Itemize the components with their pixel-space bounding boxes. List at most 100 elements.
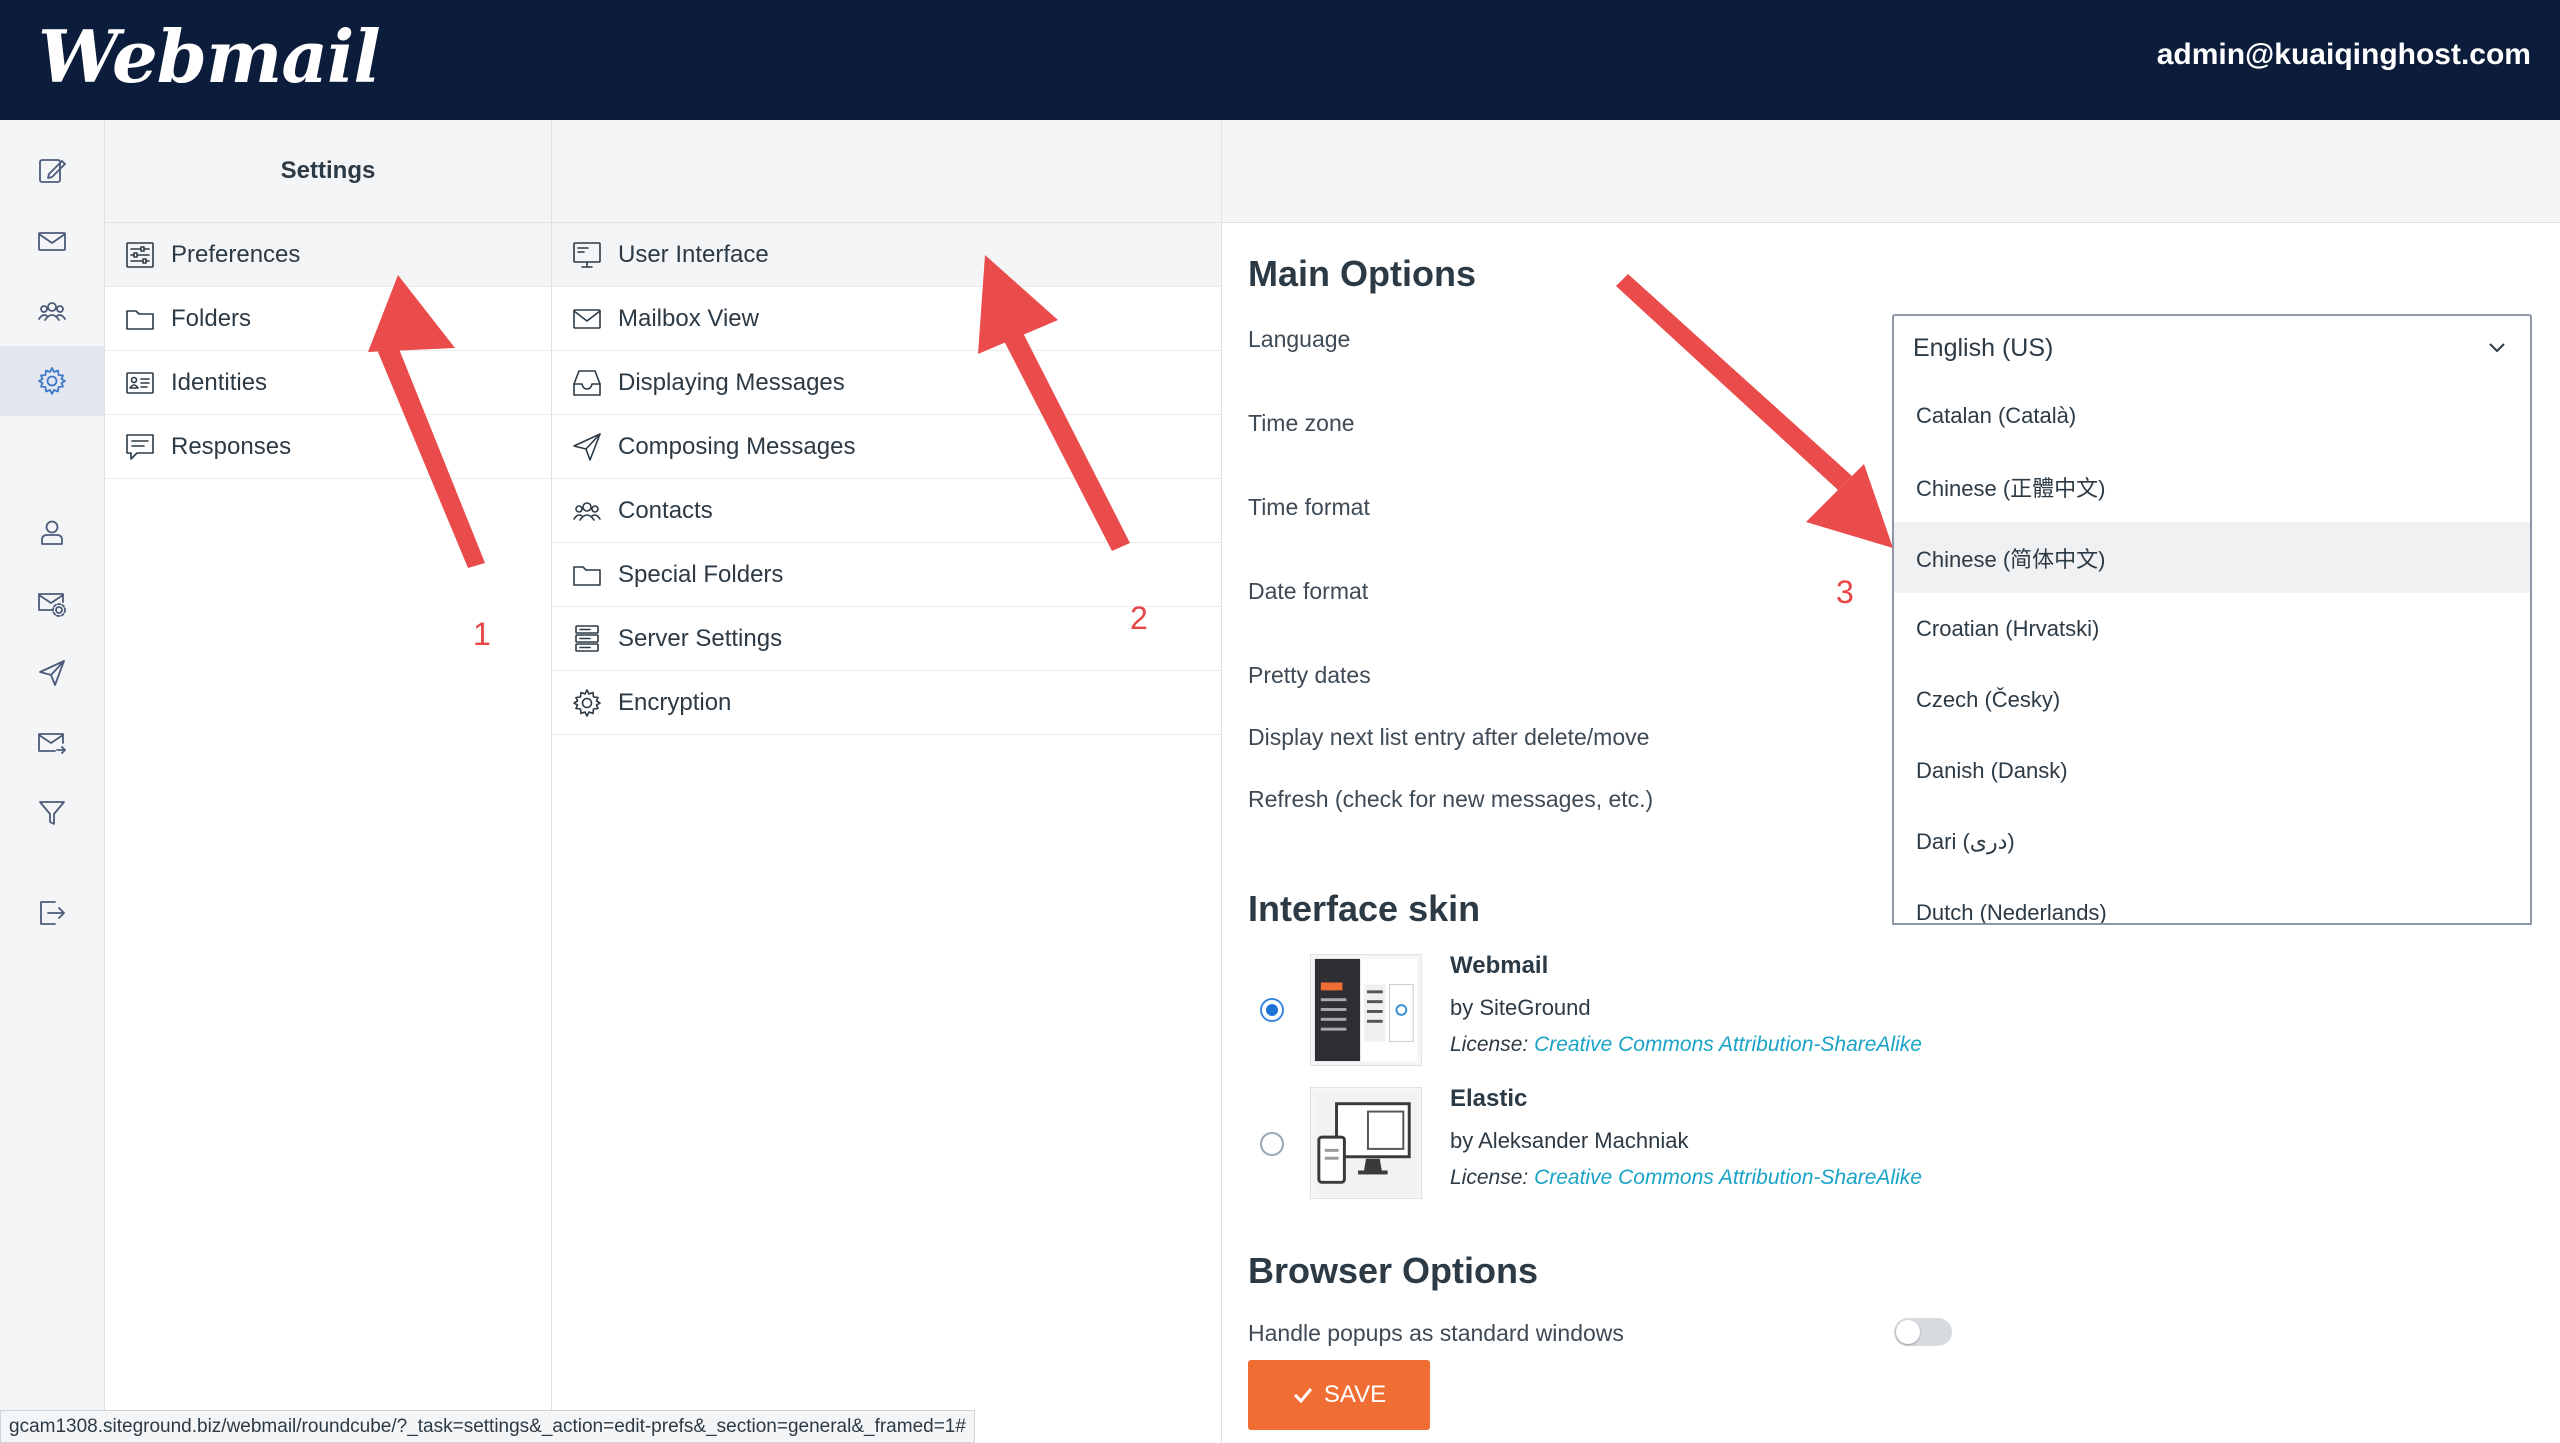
settings-panel: Settings Preferences Folders Identities … xyxy=(105,120,552,1443)
contacts-icon xyxy=(570,494,604,528)
settings-item-responses[interactable]: Responses xyxy=(105,415,551,479)
language-dropdown-list: Catalan (Català) Chinese (正體中文) Chinese … xyxy=(1892,380,2532,925)
pref-item-label: Encryption xyxy=(618,688,732,716)
settings-item-preferences[interactable]: Preferences xyxy=(105,223,551,287)
options-header xyxy=(1222,120,2560,223)
language-option[interactable]: Danish (Dansk) xyxy=(1894,735,2530,806)
interface-skin-title: Interface skin xyxy=(1248,888,1481,929)
pretty-dates-label: Pretty dates xyxy=(1248,662,1371,688)
license-link[interactable]: Creative Commons Attribution-ShareAlike xyxy=(1534,1033,1922,1056)
status-url: gcam1308.siteground.biz/webmail/roundcub… xyxy=(0,1410,975,1443)
filter-icon[interactable] xyxy=(0,778,104,848)
language-option[interactable]: Catalan (Català) xyxy=(1894,380,2530,451)
icon-navigation xyxy=(0,120,105,1443)
language-option[interactable]: Chinese (正體中文) xyxy=(1894,451,2530,522)
chevron-down-icon xyxy=(2486,336,2508,358)
main-options-title: Main Options xyxy=(1248,253,1476,294)
pref-item-label: Mailbox View xyxy=(618,304,759,332)
pref-item-label: Composing Messages xyxy=(618,432,856,460)
skin-webmail-radio[interactable] xyxy=(1260,998,1284,1022)
annotation-label-2: 2 xyxy=(1130,600,1148,636)
license-label: License: xyxy=(1450,1033,1529,1056)
pref-item-displaying-messages[interactable]: Displaying Messages xyxy=(552,351,1221,415)
pref-item-encryption[interactable]: Encryption xyxy=(552,671,1221,735)
browser-options-title: Browser Options xyxy=(1248,1250,1539,1291)
mail-icon[interactable] xyxy=(0,206,104,276)
refresh-label: Refresh (check for new messages, etc.) xyxy=(1248,786,1654,812)
annotation-label-3: 3 xyxy=(1836,574,1854,610)
language-option[interactable]: Dari (ﺩﺭی) xyxy=(1894,806,2530,877)
webmail-logo[interactable]: Webmail xyxy=(38,14,381,99)
skin-elastic-author: by Aleksander Machniak xyxy=(1450,1128,1689,1153)
language-selected-value: English (US) xyxy=(1913,334,2054,362)
save-label: SAVE xyxy=(1323,1381,1387,1408)
logout-icon[interactable] xyxy=(0,878,104,948)
compose-icon[interactable] xyxy=(0,136,104,206)
skin-elastic-name: Elastic xyxy=(1450,1085,1528,1112)
pref-item-special-folders[interactable]: Special Folders xyxy=(552,543,1221,607)
pref-item-label: User Interface xyxy=(618,240,769,268)
settings-item-label: Preferences xyxy=(171,240,301,268)
paper-plane-icon xyxy=(570,430,604,464)
mail-settings-icon[interactable] xyxy=(0,568,104,638)
pref-item-label: Displaying Messages xyxy=(618,368,845,396)
settings-title: Settings xyxy=(105,120,551,223)
response-icon xyxy=(123,430,157,464)
pref-item-contacts[interactable]: Contacts xyxy=(552,479,1221,543)
date-format-label: Date format xyxy=(1248,578,1369,604)
settings-item-label: Folders xyxy=(171,304,252,332)
pref-item-mailbox-view[interactable]: Mailbox View xyxy=(552,287,1221,351)
settings-icon[interactable] xyxy=(0,346,104,416)
pref-item-user-interface[interactable]: User Interface xyxy=(552,223,1221,287)
preferences-header xyxy=(552,120,1221,223)
server-icon xyxy=(570,622,604,656)
display-next-label: Display next list entry after delete/mov… xyxy=(1248,724,1650,750)
skin-elastic-license: License: Creative Commons Attribution-Sh… xyxy=(1450,1166,1922,1190)
pref-item-label: Server Settings xyxy=(618,624,783,652)
envelope-icon xyxy=(570,302,604,336)
id-card-icon xyxy=(123,366,157,400)
skin-webmail-thumbnail[interactable] xyxy=(1310,954,1422,1066)
language-option[interactable]: Czech (Česky) xyxy=(1894,664,2530,735)
pref-item-composing-messages[interactable]: Composing Messages xyxy=(552,415,1221,479)
preferences-panel: User Interface Mailbox View Displaying M… xyxy=(552,120,1222,1443)
language-option[interactable]: Dutch (Nederlands) xyxy=(1894,877,2530,924)
license-label: License: xyxy=(1450,1166,1529,1189)
language-option[interactable]: Croatian (Hrvatski) xyxy=(1894,593,2530,664)
popup-toggle[interactable] xyxy=(1894,1318,1952,1346)
settings-item-label: Identities xyxy=(171,368,268,396)
pref-item-server-settings[interactable]: Server Settings xyxy=(552,607,1221,671)
save-button[interactable]: SAVE xyxy=(1248,1360,1430,1430)
license-link[interactable]: Creative Commons Attribution-ShareAlike xyxy=(1534,1166,1922,1189)
timezone-label: Time zone xyxy=(1248,410,1355,436)
skin-elastic-radio[interactable] xyxy=(1260,1132,1284,1156)
folder-icon xyxy=(123,302,157,336)
pref-item-label: Contacts xyxy=(618,496,713,524)
user-icon[interactable] xyxy=(0,498,104,568)
inbox-icon xyxy=(570,366,604,400)
send-icon[interactable] xyxy=(0,638,104,708)
skin-elastic-thumbnail[interactable] xyxy=(1310,1087,1422,1199)
skin-webmail-name: Webmail xyxy=(1450,952,1549,979)
user-email[interactable]: admin@kuaiqinghost.com xyxy=(2157,38,2531,72)
language-option-highlighted[interactable]: Chinese (简体中文) xyxy=(1894,522,2530,593)
language-label: Language xyxy=(1248,326,1351,352)
skin-webmail-license: License: Creative Commons Attribution-Sh… xyxy=(1450,1033,1922,1057)
settings-item-folders[interactable]: Folders xyxy=(105,287,551,351)
settings-item-label: Responses xyxy=(171,432,292,460)
time-format-label: Time format xyxy=(1248,494,1370,520)
popup-label: Handle popups as standard windows xyxy=(1248,1320,1624,1346)
sliders-icon xyxy=(123,238,157,272)
contacts-icon[interactable] xyxy=(0,276,104,346)
header: Webmail admin@kuaiqinghost.com xyxy=(0,0,2560,120)
annotation-label-1: 1 xyxy=(473,616,491,652)
folder-icon xyxy=(570,558,604,592)
language-select[interactable]: English (US) xyxy=(1892,314,2532,380)
gear-icon xyxy=(570,686,604,720)
monitor-icon xyxy=(570,238,604,272)
forward-mail-icon[interactable] xyxy=(0,708,104,778)
skin-webmail-author: by SiteGround xyxy=(1450,995,1591,1020)
options-panel: Main Options Language Time zone Time for… xyxy=(1222,120,2560,1443)
settings-item-identities[interactable]: Identities xyxy=(105,351,551,415)
pref-item-label: Special Folders xyxy=(618,560,784,588)
